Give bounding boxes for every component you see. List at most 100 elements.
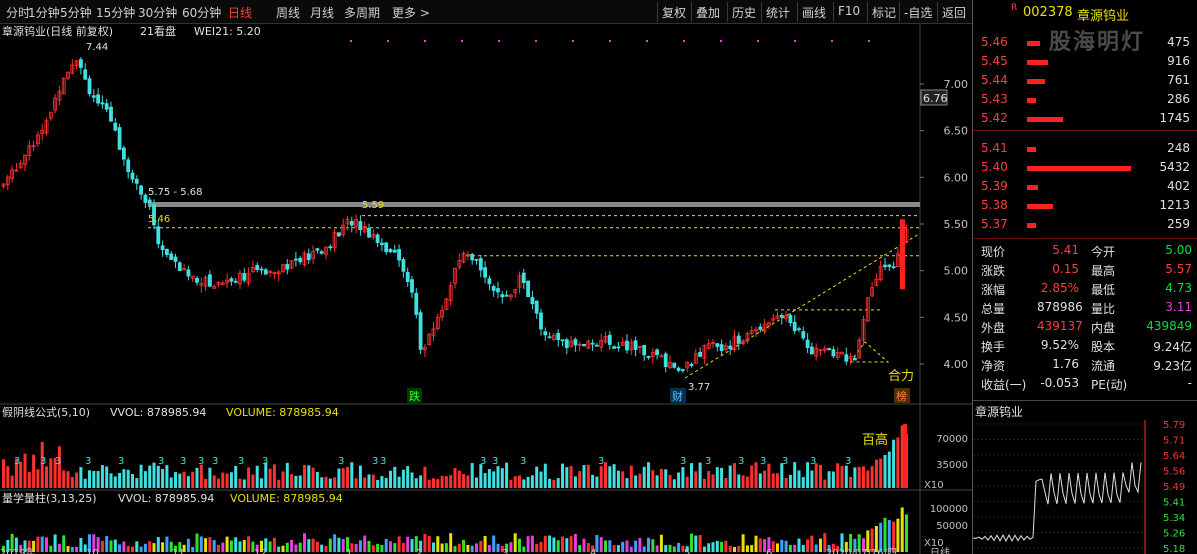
toolbar-action-8[interactable]: 返回 — [942, 4, 966, 21]
volume-marker: 3 — [480, 456, 486, 467]
volume-marker: 3 — [372, 456, 378, 467]
mini-tick: 5.56 — [1163, 467, 1185, 478]
volume-bar — [251, 474, 255, 488]
volume-bar — [543, 463, 547, 488]
candle-body — [676, 367, 681, 371]
volume-marker: 3 — [845, 456, 851, 467]
candle-body — [530, 297, 535, 305]
period-tab-10[interactable]: 更多 > — [392, 4, 430, 21]
volume-bar — [548, 478, 552, 488]
toolbar-action-2[interactable]: 历史 — [732, 4, 756, 21]
volume-bar — [126, 469, 130, 488]
period-tab-1[interactable]: 1分钟 — [28, 4, 60, 21]
period-tab-5[interactable]: 60分钟 — [182, 4, 221, 21]
depth-row: 5.38 1213 — [973, 197, 1197, 215]
volume-bar — [492, 471, 496, 488]
volume-bar — [432, 542, 435, 552]
candle-body — [367, 227, 371, 238]
volume-bar — [191, 546, 195, 552]
volume-bar — [298, 475, 302, 488]
volume-bar — [543, 535, 547, 552]
volume-bar — [337, 468, 341, 488]
volume-bar — [139, 546, 143, 552]
candle-body — [229, 278, 234, 282]
volume-bar — [565, 467, 569, 488]
toolbar-action-7[interactable]: -自选 — [904, 4, 932, 21]
period-tab-3[interactable]: 15分钟 — [96, 4, 135, 21]
volume-bar — [612, 464, 616, 488]
level-annotation: 5.59 — [362, 200, 384, 211]
volume-bar — [62, 535, 66, 552]
depth-volume: 259 — [1167, 217, 1190, 231]
quote-label: 流通 — [1091, 359, 1116, 373]
period-tab-2[interactable]: 5分钟 — [60, 4, 92, 21]
volume-bar — [406, 536, 410, 552]
period-tab-9[interactable]: 多周期 — [344, 4, 380, 21]
volume-bar — [470, 545, 474, 552]
volume-bar — [733, 463, 736, 488]
volume-bar — [453, 546, 457, 552]
resistance-band — [148, 202, 920, 207]
volume-marker: 3 — [118, 456, 124, 467]
volume-bar — [358, 465, 362, 488]
quote-value: 9.24亿 — [1153, 340, 1192, 354]
die-label: 跌 — [409, 389, 420, 403]
period-tab-7[interactable]: 周线 — [276, 4, 300, 21]
toolbar-action-1[interactable]: 叠加 — [696, 4, 720, 21]
toolbar-action-0[interactable]: 复权 — [662, 4, 686, 21]
candle-body — [177, 262, 182, 272]
volume-marker: 3 — [55, 456, 61, 467]
candle-body — [672, 362, 677, 368]
depth-volume: 916 — [1167, 54, 1190, 68]
volume-bar — [268, 468, 272, 488]
volume-bar — [328, 538, 332, 552]
toolbar-action-6[interactable]: 标记 — [872, 4, 896, 21]
candle-body — [487, 278, 492, 285]
volume-bar — [174, 472, 177, 488]
volume-bar — [892, 439, 896, 488]
volume-bar — [780, 539, 784, 552]
volume-bar — [664, 469, 668, 488]
volume-bar — [290, 539, 294, 552]
toolbar-action-5[interactable]: F10 — [838, 4, 860, 18]
volume-bar — [427, 479, 431, 488]
candle-body — [521, 272, 526, 283]
volume-bar — [483, 473, 487, 488]
period-tab-6[interactable]: 日线 — [228, 4, 252, 21]
period-tab-4[interactable]: 30分钟 — [138, 4, 177, 21]
candle-body — [336, 232, 341, 237]
candle-body — [719, 344, 724, 352]
period-tab-0[interactable]: 分时 — [6, 4, 30, 21]
volume-bar — [741, 475, 745, 488]
period-tab-8[interactable]: 月线 — [310, 4, 334, 21]
volume-bar — [199, 464, 203, 488]
depth-volume: 1745 — [1159, 111, 1190, 125]
toolbar-action-3[interactable]: 统计 — [766, 4, 790, 21]
volume-marker: 3 — [810, 456, 816, 467]
bang-label: 榜 — [896, 389, 907, 403]
toolbar-action-4[interactable]: 画线 — [802, 4, 826, 21]
date-tick: 1 — [346, 548, 352, 554]
volume-bar — [143, 471, 147, 488]
volume-bar — [599, 466, 603, 488]
volume-bar — [268, 541, 272, 552]
quote-row: 净资 1.76 流通 9.23亿 — [973, 356, 1197, 374]
volume-bar — [556, 540, 560, 552]
volume-bar — [436, 536, 440, 552]
candle-body — [797, 328, 801, 331]
depth-price: 5.38 — [981, 198, 1008, 212]
volume-bar — [462, 474, 466, 488]
volume-bar — [118, 544, 122, 552]
candle-body — [853, 357, 857, 361]
volume-bar — [788, 544, 792, 552]
volume-bar — [655, 475, 659, 488]
volume-bar — [449, 533, 453, 552]
quote-value: 3.11 — [1165, 300, 1192, 314]
volume-bar — [126, 545, 130, 552]
volume-bar — [737, 474, 741, 488]
candle-body — [844, 354, 849, 362]
volume-bar — [728, 545, 732, 552]
depth-volume: 1213 — [1159, 198, 1190, 212]
volume-bar — [479, 540, 483, 552]
candle-body — [573, 339, 578, 346]
